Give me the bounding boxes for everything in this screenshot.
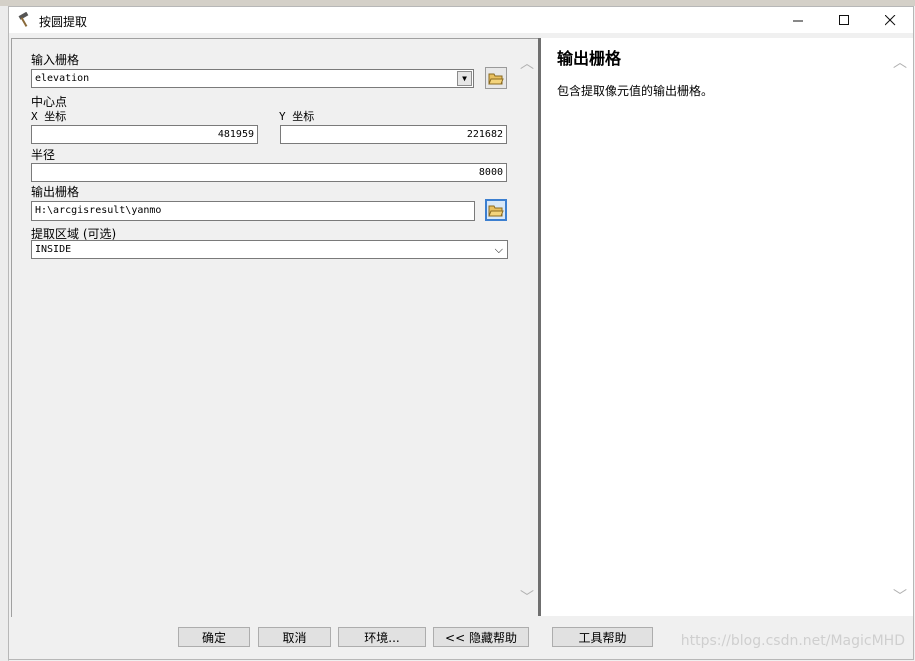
dropdown-arrow-icon[interactable]: ▼ xyxy=(457,71,472,86)
input-raster-dropdown[interactable]: elevation ▼ xyxy=(31,69,474,88)
output-raster-input[interactable]: H:\arcgisresult\yanmo xyxy=(31,201,475,221)
title-bar: 按圆提取 xyxy=(9,7,913,33)
output-raster-label: 输出栅格 xyxy=(31,185,80,199)
hide-help-button[interactable]: << 隐藏帮助 xyxy=(433,627,529,647)
browse-input-button[interactable] xyxy=(485,67,507,89)
open-folder-icon xyxy=(488,73,504,85)
help-pane: 输出栅格 包含提取像元值的输出栅格。 ︿ ﹀ xyxy=(541,38,913,616)
radius-input[interactable]: 8000 xyxy=(31,163,507,182)
ok-button[interactable]: 确定 xyxy=(178,627,250,647)
y-coordinate-input[interactable]: 221682 xyxy=(280,125,507,144)
parameters-pane: 输入栅格 elevation ▼ 中心点 X 坐标 Y 坐标 481959 22… xyxy=(11,38,539,617)
y-coordinate-label: Y 坐标 xyxy=(279,110,315,123)
maximize-button[interactable] xyxy=(821,7,867,33)
browse-output-button[interactable] xyxy=(485,199,507,221)
extraction-area-select[interactable]: INSIDE ⌵ xyxy=(31,240,508,259)
help-scroll-up-icon[interactable]: ︿ xyxy=(893,52,907,72)
chevron-down-icon[interactable]: ⌵ xyxy=(495,241,503,258)
window-title: 按圆提取 xyxy=(39,15,88,29)
close-icon xyxy=(884,14,895,25)
extraction-area-value: INSIDE xyxy=(35,244,72,255)
help-scroll-down-icon[interactable]: ﹀ xyxy=(893,586,907,606)
minimize-button[interactable] xyxy=(775,7,821,33)
x-coordinate-label: X 坐标 xyxy=(31,110,67,123)
dialog-window: 按圆提取 输入栅格 elevation ▼ 中心点 X 坐标 Y 坐标 4819… xyxy=(8,6,914,660)
x-coordinate-input[interactable]: 481959 xyxy=(31,125,258,144)
environments-button[interactable]: 环境... xyxy=(338,627,426,647)
help-text: 包含提取像元值的输出栅格。 xyxy=(557,84,714,98)
tool-help-button[interactable]: 工具帮助 xyxy=(552,627,653,647)
input-raster-value: elevation xyxy=(35,73,90,84)
radius-label: 半径 xyxy=(31,148,56,162)
input-raster-label: 输入栅格 xyxy=(31,53,80,67)
watermark: https://blog.csdn.net/MagicMHD xyxy=(680,633,905,649)
scroll-down-icon[interactable]: ﹀ xyxy=(520,587,534,607)
open-folder-icon xyxy=(488,205,504,217)
close-button[interactable] xyxy=(867,7,913,33)
cancel-button[interactable]: 取消 xyxy=(258,627,331,647)
help-title: 输出栅格 xyxy=(557,49,622,68)
minimize-icon xyxy=(792,20,803,21)
hammer-icon xyxy=(17,11,33,32)
maximize-icon xyxy=(838,14,849,25)
scroll-up-icon[interactable]: ︿ xyxy=(520,53,534,73)
